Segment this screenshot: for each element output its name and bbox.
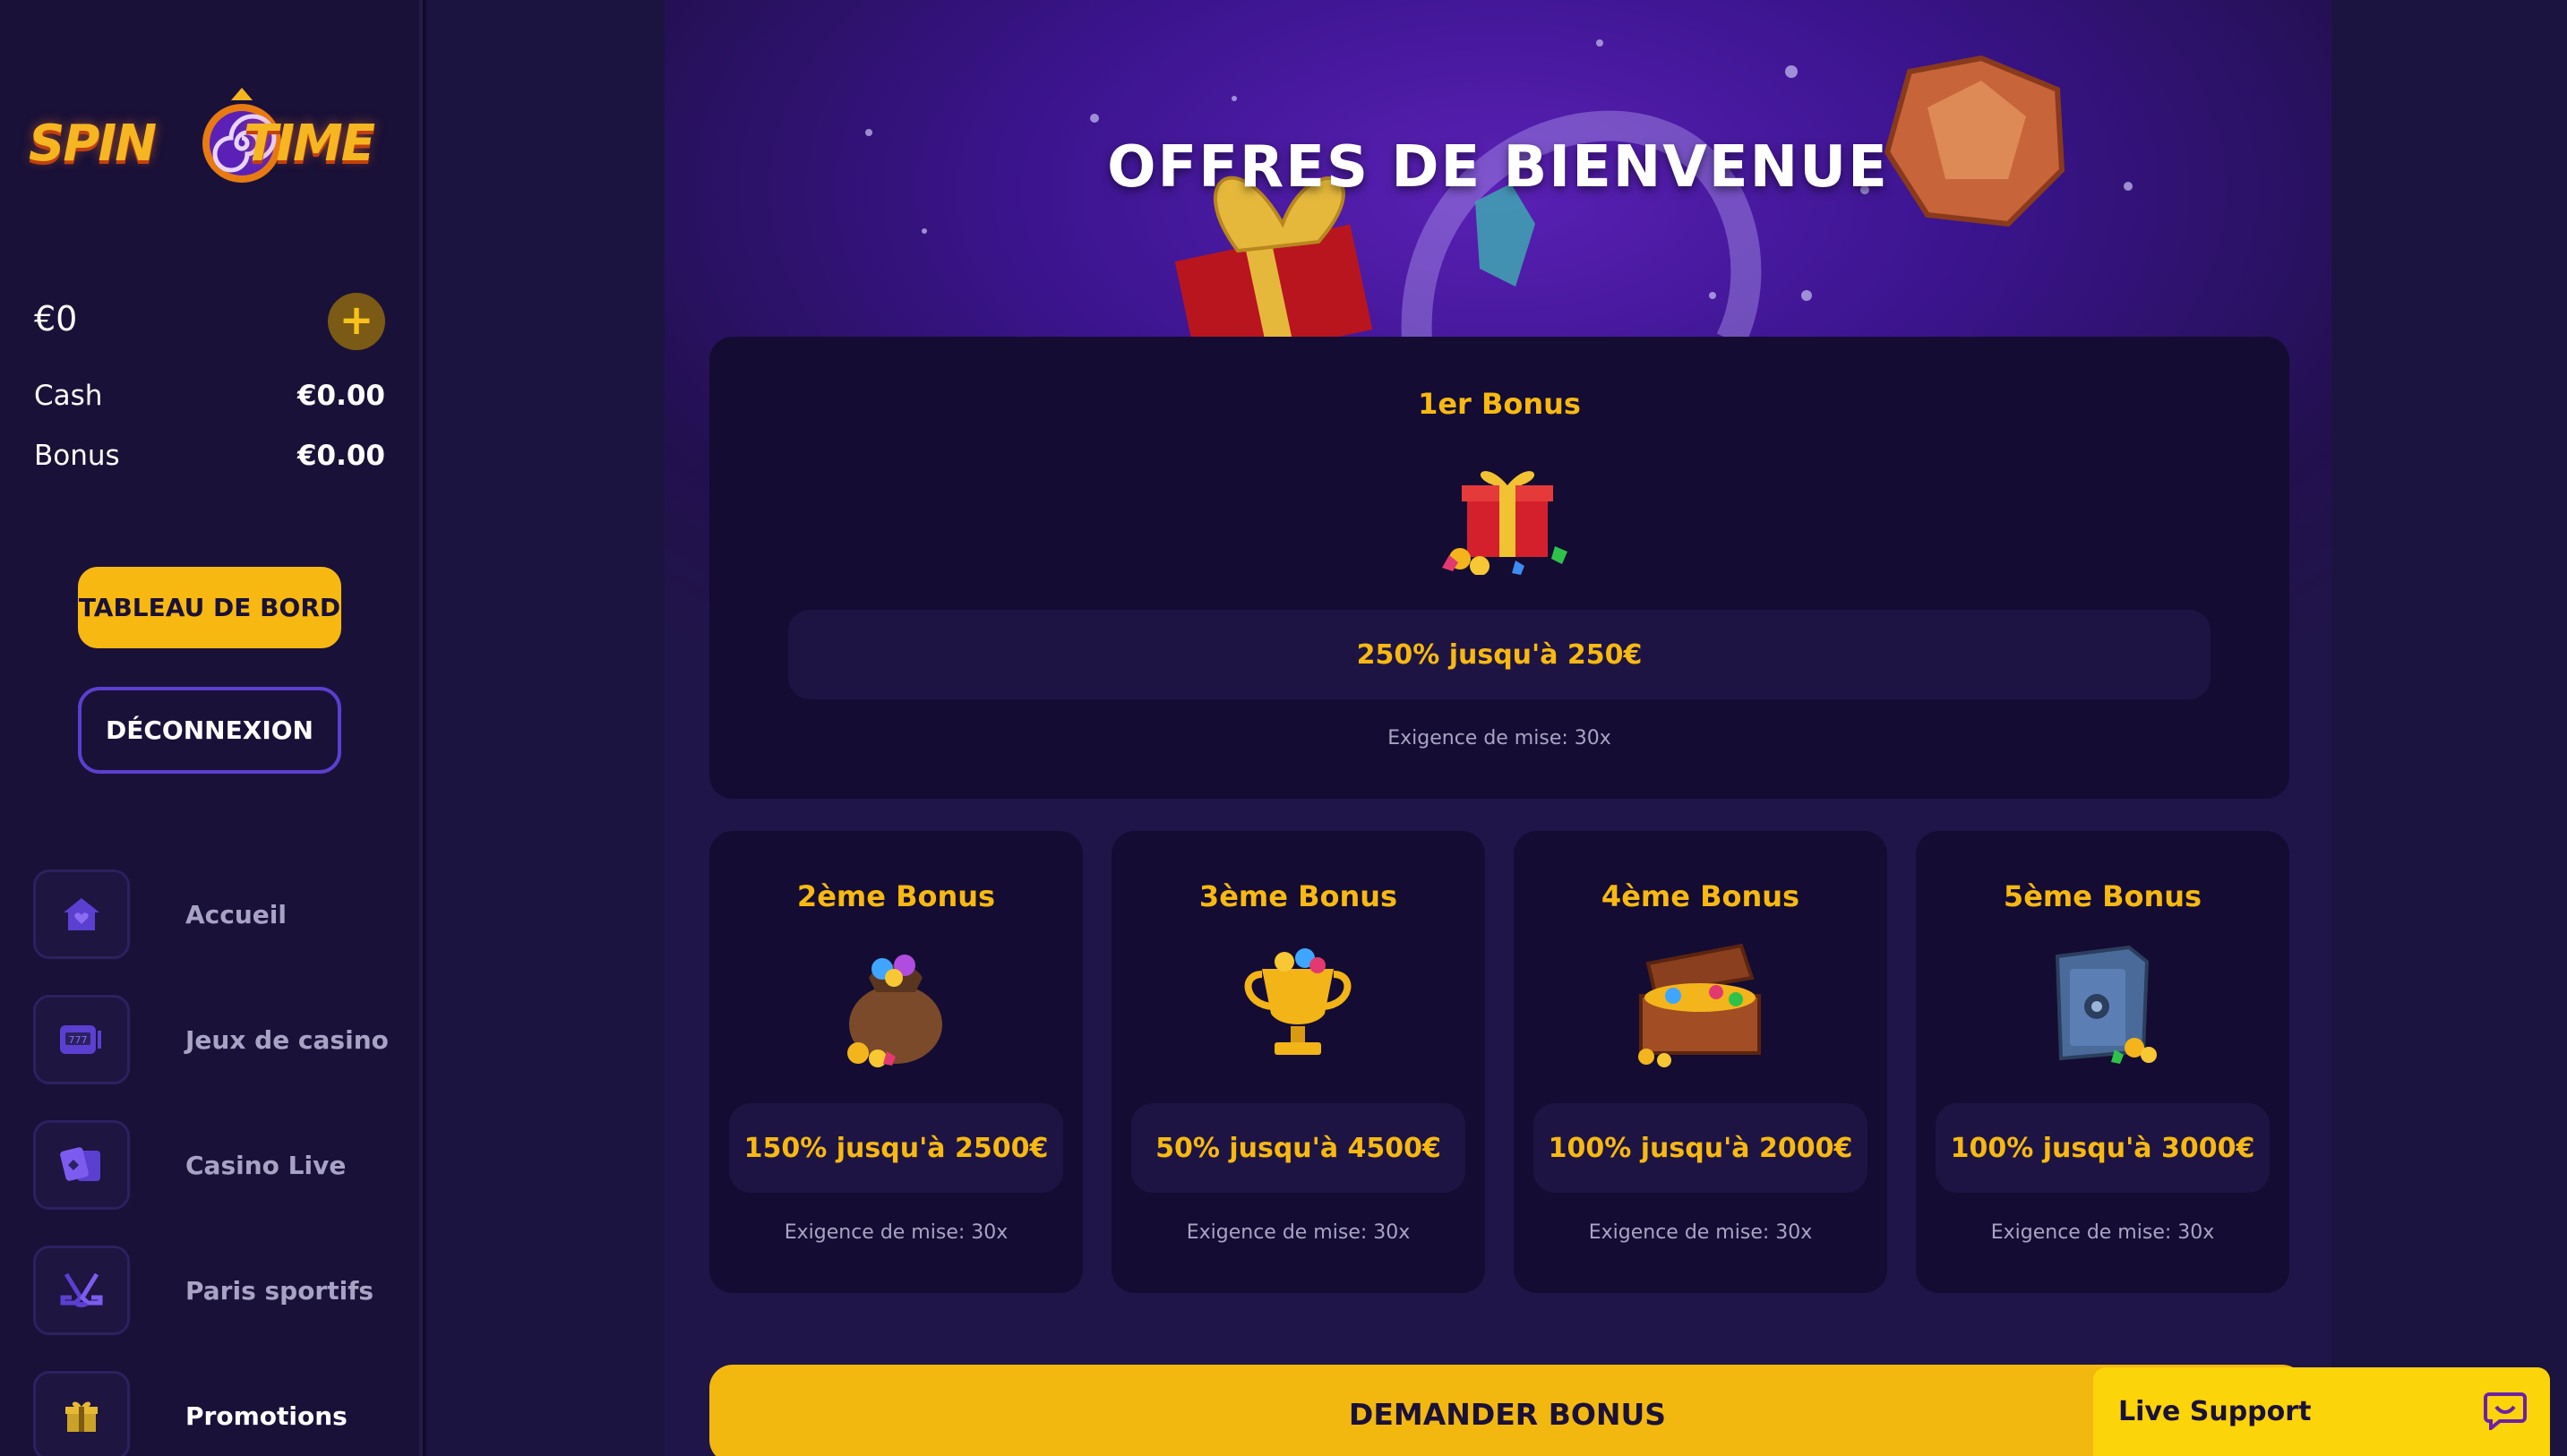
money-bag-icon	[847, 955, 942, 1067]
balance-total: €0	[34, 299, 78, 338]
bonus-card-3: 3ème Bonus 50% jusqu'à 4500€ Exigence de…	[1112, 831, 1485, 1293]
bonus-row: Bonus €0.00	[34, 440, 385, 472]
cash-value: €0.00	[296, 380, 385, 412]
claim-bonus-button[interactable]: DEMANDER BONUS	[709, 1365, 2305, 1456]
cards-icon	[33, 1120, 130, 1210]
page-title: OFFRES DE BIENVENUE	[1107, 134, 1889, 201]
bonus-offer: 50% jusqu'à 4500€	[1131, 1103, 1465, 1193]
add-funds-button[interactable]: +	[328, 293, 385, 350]
logo-text-time: TIME	[244, 115, 375, 173]
plus-icon: +	[339, 295, 374, 344]
sidebar-item-label: Accueil	[185, 899, 287, 929]
gift-box-icon	[1442, 471, 1567, 575]
bonus-title: 3ème Bonus	[1198, 879, 1398, 913]
bonus-offer: 150% jusqu'à 2500€	[729, 1103, 1063, 1193]
slot-machine-icon: 777	[33, 995, 130, 1084]
sidebar-item-paris-sportifs[interactable]: Paris sportifs	[33, 1242, 409, 1339]
trophy-icon	[1244, 948, 1352, 1055]
cash-row: Cash €0.00	[34, 380, 385, 412]
bonus-offer: 250% jusqu'à 250€	[788, 610, 2211, 699]
dashboard-button[interactable]: TABLEAU DE BORD	[78, 567, 341, 648]
bonus-title: 4ème Bonus	[1601, 879, 1800, 913]
bonus-title: 5ème Bonus	[2003, 879, 2202, 913]
sidebar-item-jeux-de-casino[interactable]: 777 Jeux de casino	[33, 991, 409, 1088]
bonus-label: Bonus	[34, 440, 120, 472]
logo-text-spin: SPIN	[29, 115, 157, 173]
bonus-value: €0.00	[296, 440, 385, 472]
sidebar-item-label: Paris sportifs	[185, 1275, 374, 1306]
sidebar: SPIN TIME €0 + Cash €0.00 Bonus €0.00 TA…	[0, 0, 423, 1456]
sidebar-item-promotions[interactable]: Promotions	[33, 1367, 409, 1456]
bonus-title: 2ème Bonus	[796, 879, 996, 913]
main-content: OFFRES DE BIENVENUE 1er Bonus 250% jusqu…	[665, 0, 2331, 1456]
bonus-requirement: Exigence de mise: 30x	[1186, 1221, 1411, 1244]
background-gutter-left	[426, 0, 665, 1456]
svg-text:777: 777	[69, 1034, 88, 1046]
bonus-requirement: Exigence de mise: 30x	[784, 1221, 1009, 1244]
sidebar-item-accueil[interactable]: Accueil	[33, 866, 409, 963]
bonus-requirement: Exigence de mise: 30x	[1588, 1221, 1813, 1244]
home-icon	[33, 869, 130, 959]
bonus-card-5: 5ème Bonus 100% jusqu'à 3000€ Exigence d…	[1916, 831, 2289, 1293]
logout-button[interactable]: DÉCONNEXION	[78, 687, 341, 774]
bonus-requirement: Exigence de mise: 30x	[1387, 727, 1611, 749]
bonus-offer: 100% jusqu'à 2000€	[1533, 1103, 1867, 1193]
gift-icon	[33, 1371, 130, 1456]
live-support-label: Live Support	[2118, 1396, 2312, 1427]
bonus-card-2: 2ème Bonus 150% jusqu'à 2500€ Exigence d…	[709, 831, 1083, 1293]
bonus-card-4: 4ème Bonus 100% jusqu'à 2000€ Exigence d…	[1514, 831, 1887, 1293]
safe-icon	[2055, 945, 2157, 1064]
sidebar-item-label: Casino Live	[185, 1150, 347, 1180]
logo[interactable]: SPIN TIME	[29, 79, 389, 213]
chat-icon	[2484, 1392, 2527, 1430]
bonus-offer: 100% jusqu'à 3000€	[1936, 1103, 2270, 1193]
bonus-requirement: Exigence de mise: 30x	[1990, 1221, 2215, 1244]
sidebar-item-label: Jeux de casino	[185, 1024, 389, 1055]
sidebar-item-label: Promotions	[185, 1400, 348, 1431]
background-gutter-right	[2331, 0, 2567, 1456]
live-support-button[interactable]: Live Support	[2093, 1367, 2550, 1456]
treasure-chest-icon	[1638, 943, 1761, 1067]
sidebar-item-casino-live[interactable]: Casino Live	[33, 1117, 409, 1213]
bonus-card-1: 1er Bonus 250% jusqu'à 250€ Exigence de …	[709, 337, 2289, 799]
bonus-title: 1er Bonus	[1418, 387, 1581, 421]
hockey-icon	[33, 1246, 130, 1335]
cash-label: Cash	[34, 380, 103, 412]
